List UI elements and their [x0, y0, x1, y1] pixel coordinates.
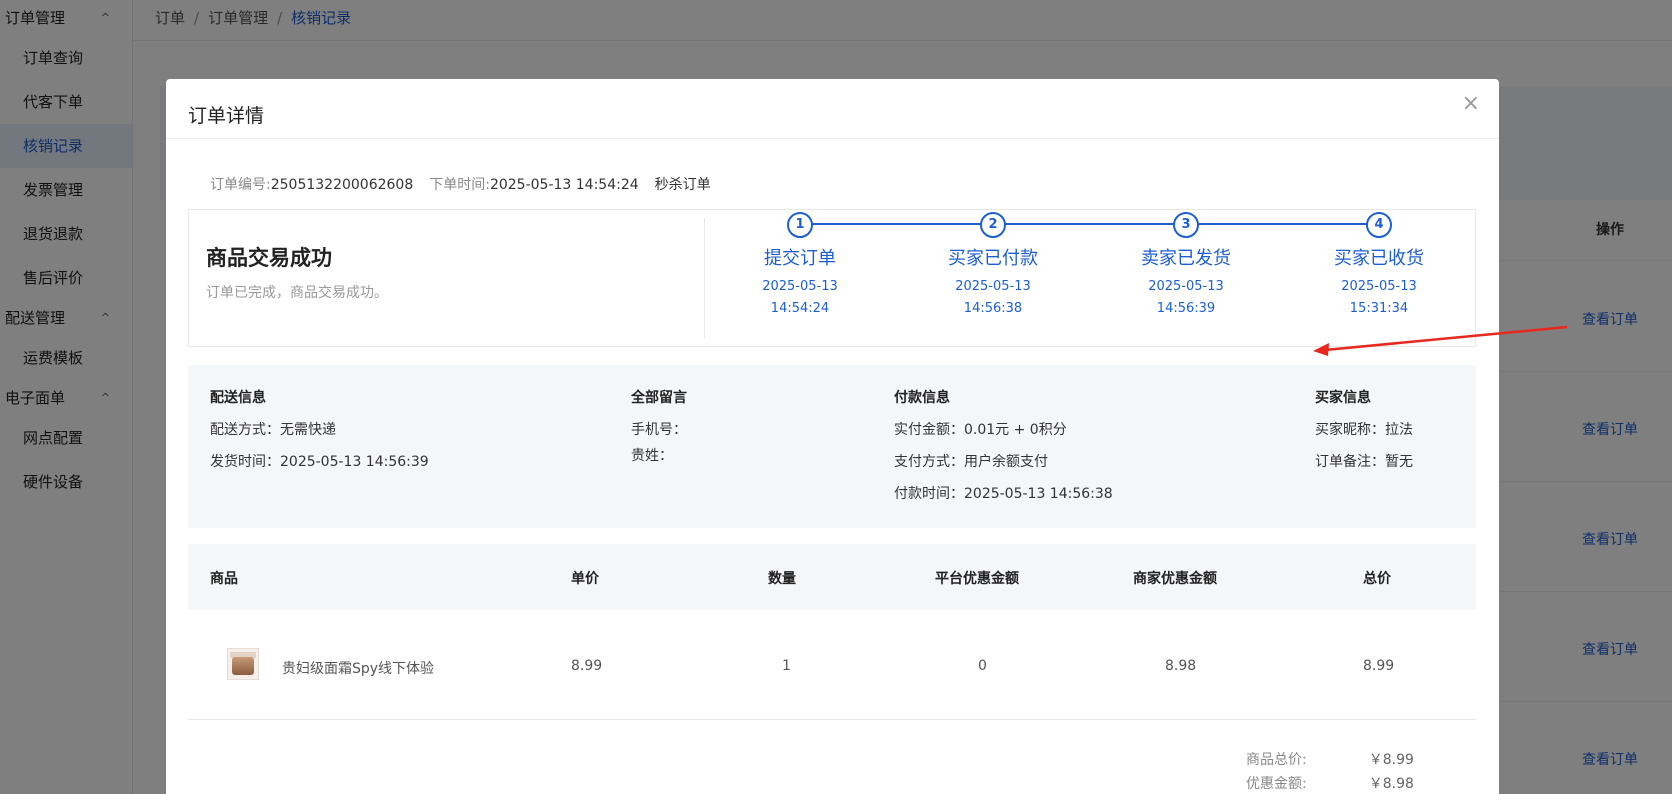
buyer-nickname: 买家昵称：拉法 [1315, 422, 1413, 438]
buyer-info: 买家信息 买家昵称：拉法 订单备注：暂无 [1315, 387, 1413, 483]
close-icon[interactable]: × [1462, 91, 1480, 116]
platform-discount: 0 [978, 658, 987, 674]
product-thumbnail[interactable] [227, 648, 259, 680]
delivery-info: 配送信息 配送方式：无需快递 发货时间：2025-05-13 14:56:39 [210, 387, 429, 483]
step-label: 买家已收货 [1334, 248, 1424, 269]
row-total: 8.99 [1363, 658, 1395, 674]
paid-amount: 实付金额：0.01元 + 0积分 [894, 422, 1067, 438]
status-summary: 商品交易成功 订单已完成，商品交易成功。 [189, 210, 704, 346]
order-totals: 商品总价: ￥8.99 优惠金额: ￥8.98 [1246, 749, 1414, 794]
order-no-label: 订单编号: [210, 177, 271, 193]
step-number: 1 [787, 212, 813, 238]
annotation-arrow-line [1324, 325, 1568, 352]
col-header-total: 总价 [1363, 571, 1391, 587]
col-header-quantity: 数量 [768, 571, 796, 587]
step-time: 15:31:34 [1349, 301, 1409, 316]
progress-line [800, 223, 1379, 225]
step-date: 2025-05-13 [1341, 279, 1417, 294]
annotation-arrow-head [1313, 343, 1329, 356]
step-label: 买家已付款 [948, 248, 1038, 269]
payment-method: 支付方式：用户余额支付 [894, 454, 1048, 470]
step-label: 提交订单 [764, 248, 836, 269]
col-header-goods: 商品 [210, 571, 238, 587]
order-no: 2505132200062608 [270, 177, 414, 193]
modal-header: 订单详情 × [166, 79, 1499, 139]
product-name[interactable]: 贵妇级面霜Spy线下体验 [282, 658, 434, 678]
step-date: 2025-05-13 [762, 279, 838, 294]
order-detail-modal: 订单详情 × 订单编号:2505132200062608 下单时间:2025-05… [166, 79, 1499, 794]
step-number: 3 [1173, 212, 1199, 238]
quantity: 1 [782, 658, 791, 674]
ship-time: 发货时间：2025-05-13 14:56:39 [210, 454, 429, 470]
discount-total-value: ￥8.98 [1368, 776, 1414, 792]
order-type: 秒杀订单 [654, 177, 711, 193]
col-header-merchant-discount: 商家优惠金额 [1133, 571, 1217, 587]
step-label: 卖家已发货 [1141, 248, 1231, 269]
delivery-method: 配送方式：无需快递 [210, 422, 336, 438]
modal-title: 订单详情 [188, 105, 265, 127]
col-header-unit-price: 单价 [571, 571, 599, 587]
status-description: 订单已完成，商品交易成功。 [206, 285, 388, 301]
step-time: 14:54:24 [770, 301, 830, 316]
table-row: 贵妇级面霜Spy线下体验 8.99 1 0 8.98 8.99 [188, 610, 1476, 720]
remarks-title: 全部留言 [631, 390, 687, 406]
annotation-arrow-icon [1313, 325, 1568, 356]
col-header-platform-discount: 平台优惠金额 [935, 571, 1019, 587]
order-time-label: 下单时间: [429, 177, 490, 193]
delivery-info-title: 配送信息 [210, 390, 266, 406]
buyer-info-title: 买家信息 [1315, 390, 1371, 406]
order-note: 订单备注：暂无 [1315, 454, 1413, 470]
step-seller-shipped: 3 卖家已发货 2025-05-13 14:56:39 [1116, 212, 1256, 320]
step-time: 14:56:38 [963, 301, 1023, 316]
remark-phone: 手机号： [631, 422, 687, 438]
step-time: 14:56:39 [1156, 301, 1216, 316]
step-number: 2 [980, 212, 1006, 238]
step-submit-order: 1 提交订单 2025-05-13 14:54:24 [730, 212, 870, 320]
step-date: 2025-05-13 [955, 279, 1031, 294]
step-number: 4 [1366, 212, 1392, 238]
payment-info: 付款信息 实付金额：0.01元 + 0积分 支付方式：用户余额支付 付款时间：2… [894, 387, 1113, 515]
merchant-discount: 8.98 [1165, 658, 1197, 674]
order-meta: 订单编号:2505132200062608 下单时间:2025-05-13 14:… [210, 174, 711, 194]
order-info-box: 配送信息 配送方式：无需快递 发货时间：2025-05-13 14:56:39 … [188, 365, 1476, 528]
step-date: 2025-05-13 [1148, 279, 1224, 294]
discount-total-label: 优惠金额: [1246, 776, 1307, 792]
goods-table-header: 商品 单价 数量 平台优惠金额 商家优惠金额 总价 [188, 544, 1476, 610]
remark-surname: 贵姓： [631, 448, 673, 464]
remarks-info: 全部留言 手机号： 贵姓： [631, 387, 687, 471]
step-buyer-paid: 2 买家已付款 2025-05-13 14:56:38 [923, 212, 1063, 320]
payment-time: 付款时间：2025-05-13 14:56:38 [894, 486, 1113, 502]
unit-price: 8.99 [571, 658, 603, 674]
status-title: 商品交易成功 [206, 246, 332, 270]
order-status-box: 商品交易成功 订单已完成，商品交易成功。 1 提交订单 2025-05-13 14… [188, 209, 1476, 347]
goods-total-value: ￥8.99 [1368, 752, 1414, 768]
step-buyer-received: 4 买家已收货 2025-05-13 15:31:34 [1309, 212, 1449, 320]
payment-info-title: 付款信息 [894, 390, 950, 406]
order-time: 2025-05-13 14:54:24 [489, 177, 639, 193]
goods-total-label: 商品总价: [1246, 752, 1307, 768]
